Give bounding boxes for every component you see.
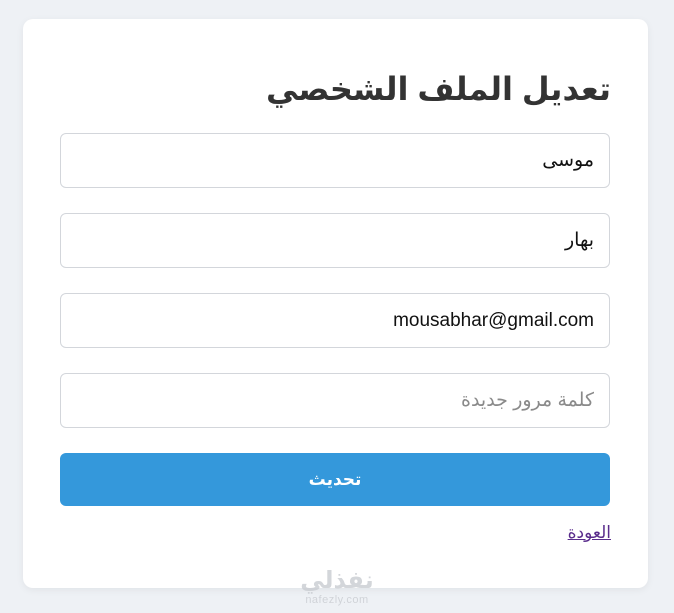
back-link[interactable]: العودة — [568, 523, 611, 543]
watermark-arabic-text: نفذلي — [300, 567, 374, 594]
edit-profile-card: تعديل الملف الشخصي تحديث العودة — [23, 19, 648, 588]
first-name-field[interactable] — [60, 133, 610, 188]
watermark-logo: نفذلي nafezly.com — [297, 568, 377, 607]
page-title: تعديل الملف الشخصي — [265, 71, 611, 107]
update-button[interactable]: تحديث — [60, 453, 610, 506]
last-name-field[interactable] — [60, 213, 610, 268]
watermark-latin-text: nafezly.com — [305, 594, 369, 606]
new-password-field[interactable] — [60, 373, 610, 428]
email-field[interactable] — [60, 293, 610, 348]
